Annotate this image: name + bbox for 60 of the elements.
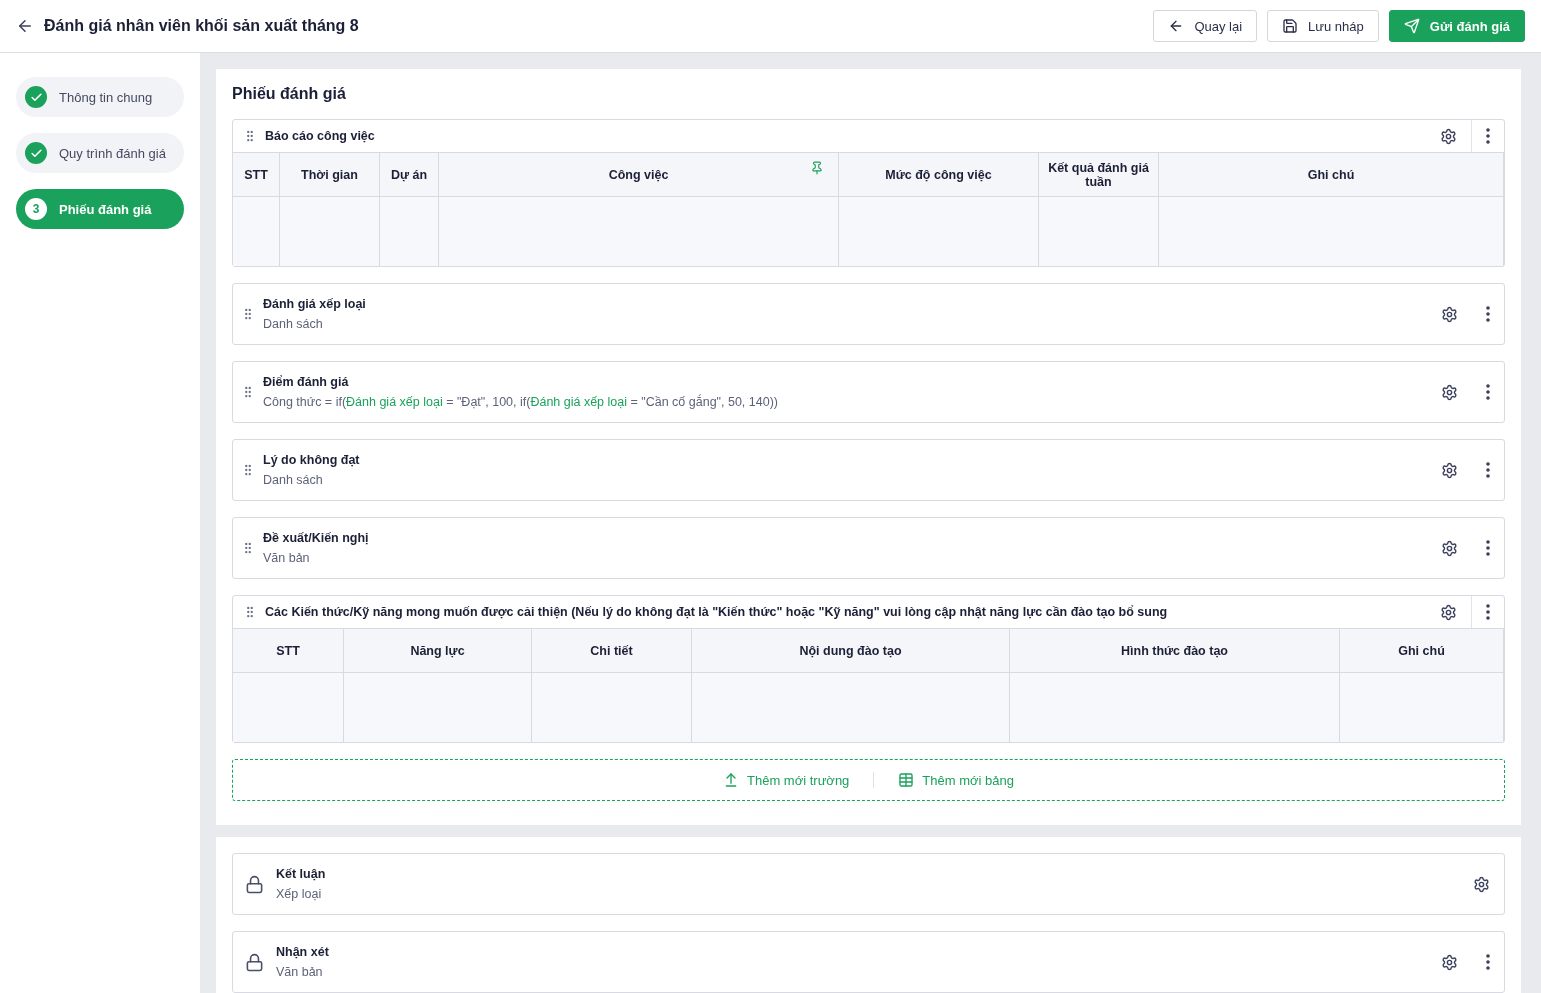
more-icon [1486,604,1490,620]
column-header: Hình thức đào tạo [1010,629,1340,673]
settings-icon [1441,953,1458,971]
lock-icon [245,874,264,894]
more-icon [1486,384,1490,400]
column-header: STT [233,153,280,197]
column-header: Ghi chú [1340,629,1504,673]
more-icon [1486,306,1490,322]
step-number: 3 [25,198,47,220]
settings-icon [1441,539,1458,557]
field-title: Điểm đánh giá [263,375,350,389]
field-type: Công thức = if(Đánh giá xếp loại = "Đạt", 100, if(Đánh giá xếp loại = "Cần cố gắng", 50, 140)) [263,395,779,409]
step-label: Phiếu đánh giá [59,201,152,217]
field-title: Nhận xét [276,945,330,959]
form-title: Phiếu đánh giá [232,85,347,103]
column-header: Nội dung đào tạo [692,629,1010,673]
field-type: Văn bản [263,551,311,565]
step-label: Thông tin chung [59,89,153,105]
column-header: Thời gian [280,153,380,197]
back-button[interactable] [16,17,34,35]
paper-plane-icon [1403,18,1420,34]
column-header: Chi tiết [532,629,692,673]
upload-icon [723,772,739,788]
more-icon [1486,462,1490,478]
more-icon [1486,540,1490,556]
table-title: Báo cáo công việc [265,129,376,143]
table-title: Các Kiến thức/Kỹ năng mong muốn được cải thiện (Nếu lý do không đạt là "Kiến thức" hoặc "Kỹ năng" vui lòng cập nhật năng lực cần đào tạo bổ sung [265,605,1169,619]
back-button[interactable]: Quay lại [1153,10,1258,42]
settings-icon [1441,305,1458,323]
column-header: Năng lực [344,629,532,673]
add-table-button[interactable]: Thêm mới bảng [873,772,1038,788]
settings-icon [1441,461,1458,479]
step-item[interactable]: Thông tin chung [16,77,184,117]
settings-icon [1440,127,1457,145]
column-header: Kết quả đánh giá tuần [1039,153,1159,197]
more-icon [1486,954,1490,970]
settings-icon [1440,603,1457,621]
field-type: Xếp loại [276,887,323,901]
field-type: Danh sách [263,317,324,331]
step-label: Quy trình đánh giá [59,145,166,161]
settings-icon [1441,383,1458,401]
table-icon [898,772,915,788]
lock-icon [245,952,264,972]
field-title: Đánh giá xếp loại [263,297,367,311]
more-icon [1486,128,1490,144]
column-header: STT [233,629,344,673]
field-type: Danh sách [263,473,324,487]
settings-icon [1473,875,1490,893]
column-header: Công việc [439,153,839,197]
page-title: Đánh giá nhân viên khối sản xuất tháng 8 [44,17,360,35]
field-title: Kết luận [276,867,327,881]
step-item[interactable]: Quy trình đánh giá [16,133,184,173]
column-header: Mức độ công việc [839,153,1039,197]
save-button[interactable]: Lưu nháp [1267,10,1379,42]
column-header: Dự án [380,153,439,197]
field-type: Văn bản [276,965,324,979]
pin-icon[interactable] [810,161,824,175]
field-title: Đề xuất/Kiến nghị [263,531,370,545]
column-header: Ghi chú [1159,153,1504,197]
field-title: Lý do không đạt [263,453,361,467]
